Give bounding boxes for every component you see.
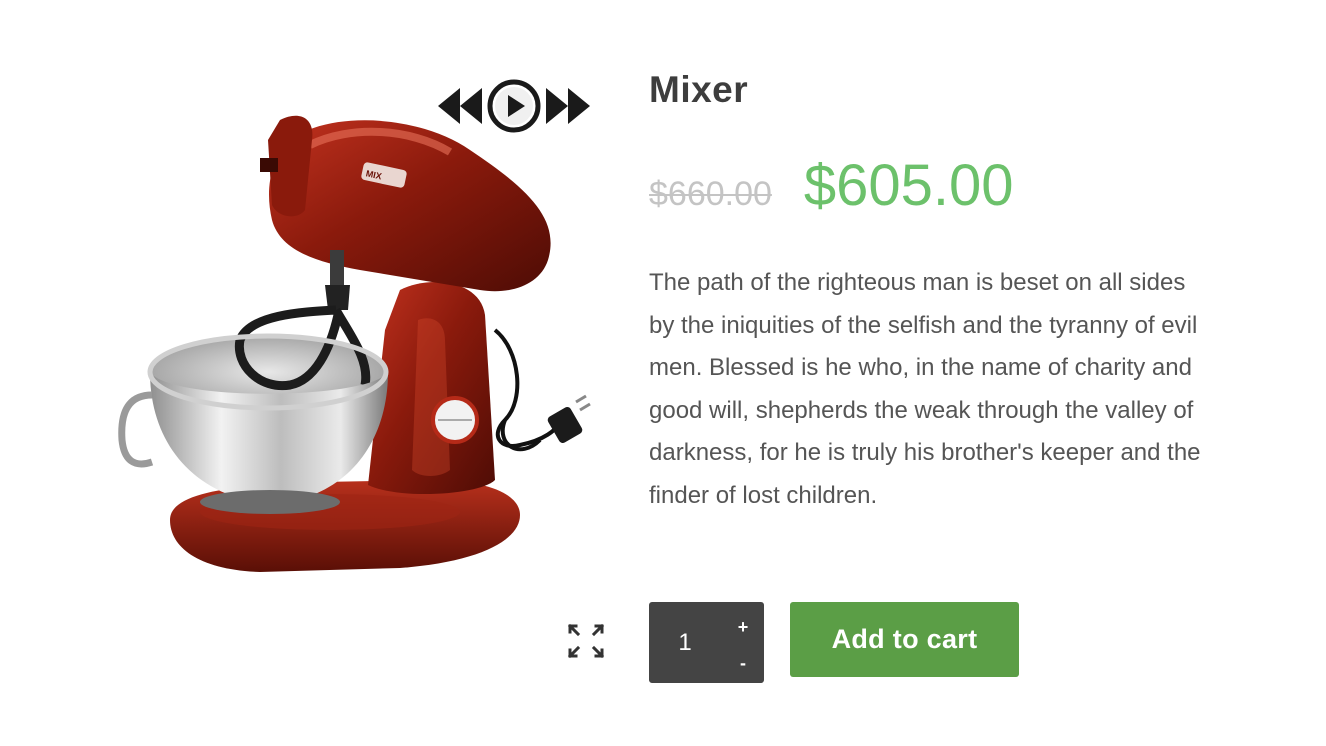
stand-mixer-image[interactable]: MIX [100,100,600,580]
add-to-cart-button[interactable]: Add to cart [790,602,1019,677]
product-title: Mixer [649,69,749,110]
sale-price: $605.00 [803,153,1014,218]
quantity-increase-button[interactable]: + [728,612,758,642]
quantity-decrease-button[interactable]: - [728,648,758,678]
product-page: MIX Mixer $660.00 $605.00 The path of th… [0,0,1326,746]
product-description: The path of the righteous man is beset o… [649,269,1201,509]
original-price: $660.00 [649,175,772,213]
quantity-input[interactable] [649,602,721,683]
quantity-stepper: + - [649,602,764,683]
expand-icon[interactable] [567,623,605,659]
price-row: $660.00 $605.00 [649,152,1014,219]
product-summary: Mixer $660.00 $605.00 The path of the ri… [649,60,1209,509]
